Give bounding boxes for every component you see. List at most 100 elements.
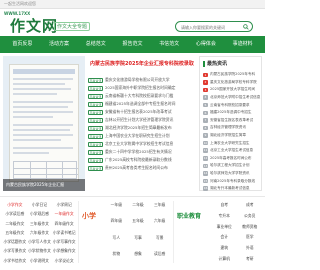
news-row[interactable]: 高考资讯 湖北经济学院2025年招生简章最新发布 (88, 124, 196, 132)
news-tag[interactable]: 高考资讯 (88, 109, 103, 115)
category-link[interactable]: 小学说明文 (28, 257, 52, 265)
hot-news-row[interactable]: 11 北京工业大学招生考试信息 (203, 147, 261, 155)
news-tag[interactable]: 高考资讯 (88, 141, 103, 147)
hot-news-link[interactable]: 福建2025年选调中专招生 (210, 110, 252, 115)
news-row[interactable]: 高考资讯 北京工业大学附属中学学校招生考试信息 (88, 140, 196, 148)
image-slider[interactable]: 内蒙古民族学院2025年企业汇报 (3, 56, 85, 191)
hot-news-row[interactable]: 10 上海农业大学研究生招生 (203, 139, 261, 147)
hot-news-row[interactable]: 5 云南省专科院校招录要求 (203, 101, 261, 109)
site-logo[interactable]: 作文网 (10, 15, 58, 36)
category-link[interactable]: 四年级 (106, 217, 127, 232)
hot-news-link[interactable]: 湖北专升本最新考试信息 (210, 186, 250, 191)
hot-news-link[interactable]: 内蒙古民族学院2025年专科 (210, 72, 255, 77)
news-row[interactable]: 高考资讯 2025国家海外中职学院招生报名时间确定 (88, 84, 196, 92)
category-link[interactable]: 小学写景作文 (3, 247, 27, 255)
category-link[interactable]: 小学状物作文 (28, 247, 52, 255)
hot-news-row[interactable]: 3 2025国家开放大学招生时间 (203, 86, 261, 94)
category-link[interactable]: 计算机 (212, 255, 237, 265)
category-link[interactable]: 五年级作文 (3, 229, 27, 237)
hot-news-link[interactable]: 上海农业大学研究生招生 (210, 141, 250, 146)
category-link[interactable]: 小学观后感 (28, 210, 52, 218)
hot-news-link[interactable]: 北京工业大学招生考试信息 (210, 148, 253, 153)
news-link[interactable]: 云南省新疆十大专科院校招录要求与门槛 (105, 93, 173, 99)
news-row[interactable]: 高考资讯 广东2025高校专科院校最新录取分数线 (88, 156, 196, 164)
category-link[interactable]: 小学书信作文 (3, 257, 27, 265)
category-link[interactable]: 五年级 (128, 217, 149, 232)
news-link[interactable]: 吉林公开招生计划大学经济管理学院资讯 (105, 117, 173, 123)
news-link[interactable]: 重庆文化旅游局学校有限公司开放大学 (105, 77, 170, 83)
news-link[interactable]: 2025国家海外中职学院招生报名时间确定 (105, 85, 175, 91)
news-tag[interactable]: 高考资讯 (88, 93, 103, 99)
category-link[interactable]: 二年级作文 (3, 220, 27, 228)
news-row[interactable]: 高考资讯 安徽省有十招生报名表2025年改革考试 (88, 108, 196, 116)
hot-news-row[interactable]: 8 吉林经济管理学院资讯 (203, 124, 261, 132)
hot-news-link[interactable]: 安徽省招生报名表改革考试 (210, 118, 253, 123)
category-link[interactable]: 想象 (128, 250, 149, 265)
hot-news-row[interactable]: 12 2025年高考报名时间公布 (203, 155, 261, 163)
category-link[interactable]: 小学写人作文 (28, 238, 52, 246)
hot-news-link[interactable]: 河南2025年专科录取分数线 (210, 179, 255, 184)
news-row[interactable]: 高考资讯 福建省2025年选调全部中专招生报名时间 (88, 100, 196, 108)
news-link[interactable]: 湖北经济学院2025年招生简章最新发布 (105, 125, 172, 131)
hot-news-link[interactable]: 哈尔滨工程大学招生计划 (210, 163, 250, 168)
news-tag[interactable]: 高考资讯 (88, 125, 103, 131)
category-link[interactable]: 写事 (128, 234, 149, 249)
news-link[interactable]: 安徽省有十招生报名表2025年改革考试 (105, 109, 172, 115)
category-link[interactable]: 小学话题作文 (3, 238, 27, 246)
news-row[interactable]: 高考资讯 贵州2025高考各类考生报名时间公布 (88, 164, 196, 172)
hot-news-row[interactable]: 7 安徽省招生报名表改革考试 (203, 117, 261, 125)
category-link[interactable]: 建筑 (212, 244, 237, 254)
category-link[interactable]: 小学想象作文 (52, 247, 76, 255)
hot-news-row[interactable]: 1 内蒙古民族学院2025年专科 (203, 71, 261, 79)
category-link[interactable]: 六年级作文 (28, 229, 52, 237)
category-link[interactable]: 三年级作文 (28, 220, 52, 228)
category-link[interactable]: 一年级作文 (52, 210, 76, 218)
news-row[interactable]: 高考资讯 吉林公开招生计划大学经济管理学院资讯 (88, 116, 196, 124)
hot-news-row[interactable]: 15 河南2025年专科录取分数线 (203, 177, 261, 185)
category-link[interactable]: 小学读后感 (3, 210, 27, 218)
news-link[interactable]: 重庆二十四中学学校2025招生有关情况 (105, 149, 172, 155)
news-link[interactable]: 广东2025高校专科院校最新录取分数线 (105, 157, 172, 163)
category-link[interactable]: 考研 (238, 255, 263, 265)
category-link[interactable]: 小学议论文 (52, 257, 76, 265)
category-link[interactable]: 小学周记 (52, 201, 76, 209)
category-link[interactable]: 六年级 (149, 217, 170, 232)
hot-news-row[interactable]: 16 湖北专升本最新考试信息 (203, 185, 261, 193)
category-link[interactable]: 一年级 (106, 201, 127, 216)
hot-news-row[interactable]: 4 北京师范大学附中招生考试信息 (203, 94, 261, 102)
category-link[interactable]: 小学日记 (28, 201, 52, 209)
category-link[interactable]: 自考 (212, 201, 237, 211)
nav-item[interactable]: 报告范文 (119, 36, 145, 53)
category-link[interactable]: 读后感 (149, 250, 170, 265)
hot-news-link[interactable]: 北京师范大学附中招生考试信息 (210, 95, 260, 100)
category-link[interactable]: 专升本 (212, 212, 237, 222)
category-link[interactable]: 医学 (238, 233, 263, 243)
hot-news-row[interactable]: 9 湖北经济学院招生简章 (203, 132, 261, 140)
hot-news-link[interactable]: 云南省专科院校招录要求 (210, 103, 250, 108)
news-link[interactable]: 福建省2025年选调全部中专招生报名时间 (105, 101, 175, 107)
hot-news-link[interactable]: 2025年高考报名时间公布 (210, 156, 252, 161)
category-link[interactable]: 写景 (149, 234, 170, 249)
nav-item[interactable]: 书信范文 (156, 36, 182, 53)
category-link[interactable]: 小学作文 (3, 201, 27, 209)
news-headline[interactable]: 内蒙古民族学院2025年企业汇报专科院校录取 (90, 58, 194, 70)
hot-news-row[interactable]: 6 福建2025年选调中专招生 (203, 109, 261, 117)
nav-item[interactable]: 首页反思 (9, 36, 35, 53)
category-link[interactable]: 小学读书笔记 (52, 229, 76, 237)
news-tag[interactable]: 高考资讯 (88, 85, 103, 91)
category-link[interactable]: 四年级作文 (52, 220, 76, 228)
category-link[interactable]: 外语 (238, 244, 263, 254)
nav-item[interactable]: 心得体会 (193, 36, 219, 53)
slide-caption[interactable]: 内蒙古民族学院2025年企业汇报 (3, 179, 85, 191)
news-tag[interactable]: 高考资讯 (88, 157, 103, 163)
search-input[interactable] (181, 24, 243, 30)
news-link[interactable]: 上海中国农业大学在职研究生招生计划 (105, 133, 170, 139)
news-tag[interactable]: 高考资讯 (88, 133, 103, 139)
hot-news-row[interactable]: 2 重庆文化旅游局学校专科学院 (203, 79, 261, 87)
search-icon[interactable] (243, 24, 249, 30)
news-row[interactable]: 高考资讯 重庆二十四中学学校2025招生有关情况 (88, 148, 196, 156)
hot-news-row[interactable]: 13 哈尔滨工程大学招生计划 (203, 162, 261, 170)
hot-news-link[interactable]: 2025国家开放大学招生时间 (210, 87, 255, 92)
news-row[interactable]: 高考资讯 重庆文化旅游局学校有限公司开放大学 (88, 76, 196, 84)
news-link[interactable]: 北京工业大学附属中学学校招生考试信息 (105, 141, 173, 147)
